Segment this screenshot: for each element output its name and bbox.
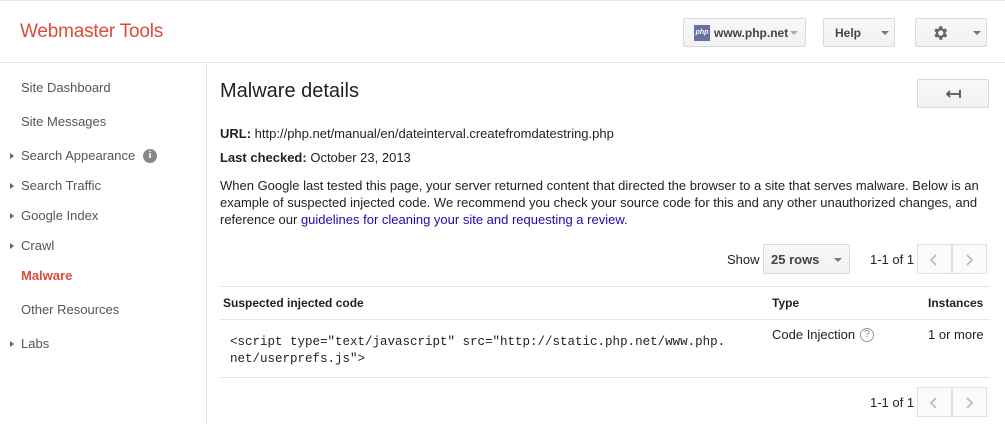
guidelines-link[interactable]: guidelines for cleaning your site and re… [301,212,628,227]
site-selector-value: www.php.net [714,26,789,40]
gear-icon [931,24,949,45]
sidebar-item-google-index[interactable]: Google Index [0,204,206,228]
help-button[interactable]: Help [823,18,895,47]
next-page-button[interactable] [952,244,987,274]
column-header-instances[interactable]: Instances [928,296,983,310]
rows-per-page-select[interactable]: 25 rows [763,244,850,274]
sidebar-item-label: Google Index [21,208,99,223]
sidebar-item-labs[interactable]: Labs [0,332,206,356]
settings-button[interactable] [915,18,987,47]
chevron-down-icon [881,31,889,35]
top-bar: Webmaster Tools php www.php.net Help [0,0,1005,63]
sidebar-item-search-traffic[interactable]: Search Traffic [0,174,206,198]
url-line: URL: http://php.net/manual/en/dateinterv… [220,126,614,141]
sidebar-item-other-resources[interactable]: Other Resources [0,298,206,322]
table-row: <script type="text/javascript" src="http… [220,320,990,378]
sidebar: Site Dashboard Site Messages Search Appe… [0,64,207,424]
info-icon[interactable]: i [143,149,157,163]
page-title: Malware details [220,80,359,102]
column-header-type[interactable]: Type [772,296,799,310]
url-label: URL: [220,126,252,141]
pager-count-bottom: 1-1 of 1 [870,395,915,410]
sidebar-item-label: Malware [21,268,73,283]
expand-arrow-icon [10,213,14,219]
help-icon[interactable]: ? [860,328,874,342]
next-page-button-bottom[interactable] [952,387,987,417]
sidebar-item-label: Labs [21,336,50,351]
injected-code: <script type="text/javascript" src="http… [230,335,726,366]
back-button[interactable] [917,79,989,108]
prev-page-button[interactable] [917,244,952,274]
sidebar-item-label: Other Resources [21,302,120,317]
sidebar-item-label: Crawl [21,238,55,253]
sidebar-item-search-appearance[interactable]: Search Appearance i [0,144,206,168]
chevron-down-icon [790,31,798,35]
chevron-right-icon [966,254,973,266]
back-arrow-icon [946,90,961,98]
show-label: Show [727,252,760,267]
prev-page-button-bottom[interactable] [917,387,952,417]
expand-arrow-icon [10,341,14,347]
table-header-row: Suspected injected code Type Instances [220,286,990,320]
expand-arrow-icon [10,153,14,159]
chevron-down-icon [834,258,842,262]
column-header-code[interactable]: Suspected injected code [223,296,364,310]
last-checked-label: Last checked: [220,150,307,165]
pager-count-top: 1-1 of 1 [870,252,915,267]
sidebar-item-malware[interactable]: Malware [0,264,206,288]
expand-arrow-icon [10,243,14,249]
chevron-down-icon [973,31,981,35]
sidebar-item-crawl[interactable]: Crawl [0,234,206,258]
rows-per-page-value: 25 rows [771,252,820,267]
sidebar-item-label: Search Traffic [21,178,101,193]
expand-arrow-icon [10,183,14,189]
chevron-right-icon [966,397,973,409]
sidebar-item-label: Site Messages [21,114,107,129]
sidebar-item-label: Site Dashboard [21,80,111,95]
malware-description: When Google last tested this page, your … [220,177,990,228]
chevron-left-icon [930,397,937,409]
app-title[interactable]: Webmaster Tools [20,21,163,43]
chevron-left-icon [930,254,937,266]
last-checked-line: Last checked: October 23, 2013 [220,150,411,165]
type-cell: Code Injection [772,327,856,342]
sidebar-item-site-dashboard[interactable]: Site Dashboard [0,76,206,100]
php-favicon-icon: php [694,25,710,41]
sidebar-item-site-messages[interactable]: Site Messages [0,110,206,134]
url-value: http://php.net/manual/en/dateinterval.cr… [254,126,614,141]
last-checked-value: October 23, 2013 [310,150,411,165]
site-selector[interactable]: php www.php.net [683,18,806,47]
sidebar-item-label: Search Appearance [21,148,136,163]
instances-cell: 1 or more [928,327,984,342]
help-button-label: Help [835,26,862,40]
